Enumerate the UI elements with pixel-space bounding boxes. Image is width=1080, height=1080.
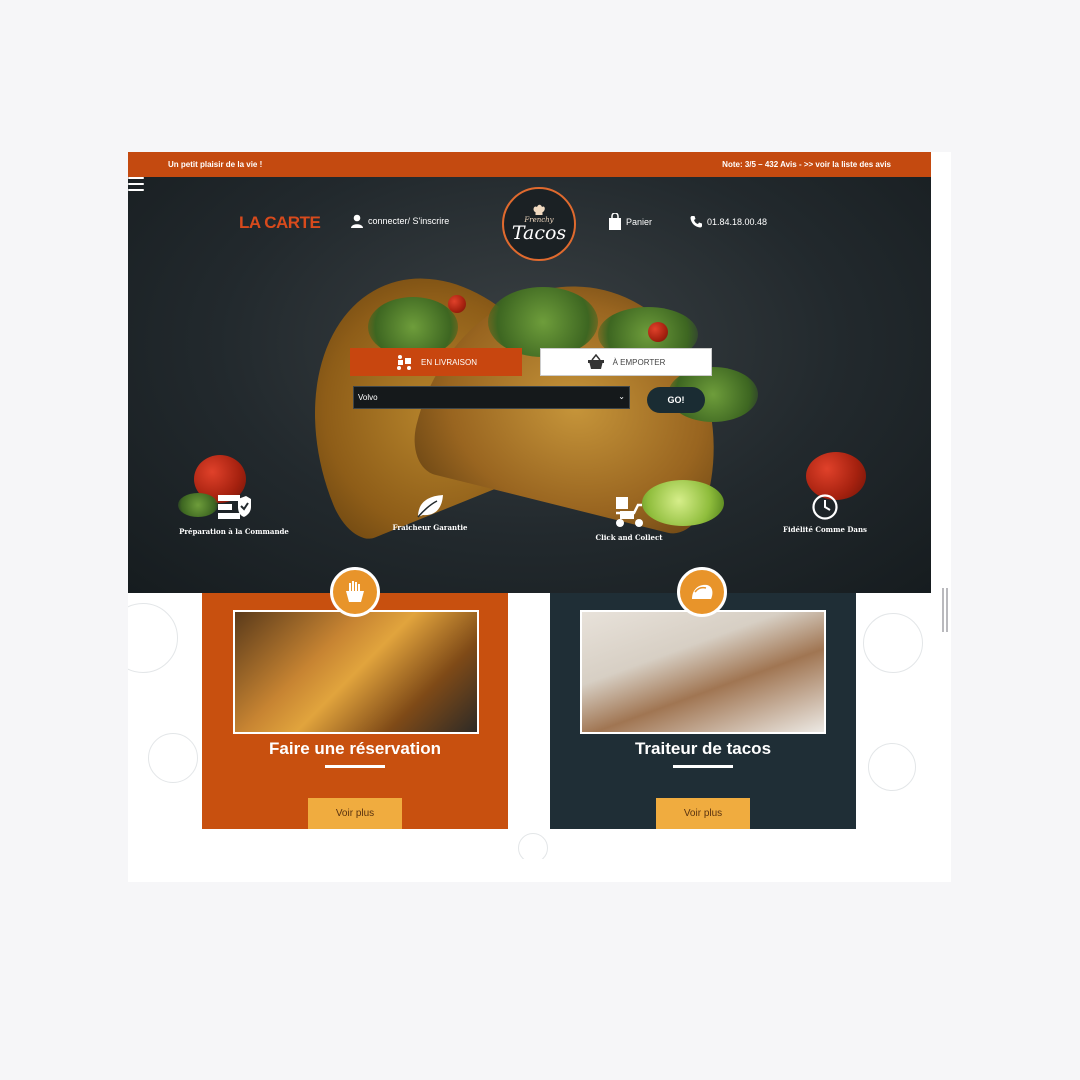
see-more-button[interactable]: Voir plus [656, 798, 750, 829]
basket-icon [587, 354, 604, 369]
user-icon [351, 214, 363, 228]
feature-loyalty: Fidélité Comme Dans [755, 493, 895, 534]
tab-takeaway-label: À EMPORTER [612, 357, 666, 367]
logo-text: Tacos [511, 222, 567, 244]
tomato-decoration [448, 295, 466, 313]
feature-preparation: Préparation à la Commande [164, 493, 304, 536]
hero-section: LA CARTE connecter/ S'inscrire Frenchy T… [128, 177, 931, 593]
tacos-photo [233, 610, 479, 734]
announcement-text: Un petit plaisir de la vie ! [168, 160, 263, 169]
feature-label: Fidélité Comme Dans [783, 525, 867, 534]
delivery-icon [396, 355, 411, 370]
doodle-decoration [518, 833, 548, 859]
taco-icon [677, 567, 727, 617]
tab-delivery-label: EN LIVRAISON [420, 357, 477, 367]
shopping-bag-icon [609, 213, 621, 230]
feature-label: Click and Collect [595, 533, 663, 542]
reviews-link[interactable]: Note: 3/5 – 432 Avis - >> voir la liste … [722, 160, 891, 169]
hamburger-icon[interactable] [128, 177, 144, 191]
cart-label: Panier [626, 216, 653, 227]
tomato-decoration [648, 322, 668, 342]
phone-number: 01.84.18.00.48 [707, 216, 768, 227]
card-catering: Traiteur de tacos Voir plus [550, 593, 856, 829]
title-underline [673, 765, 733, 768]
tab-delivery[interactable]: EN LIVRAISON [350, 348, 522, 376]
resize-handle[interactable] [942, 588, 948, 632]
account-label: connecter/ S'inscrire [368, 216, 450, 226]
title-underline [325, 765, 385, 768]
checklist-icon [218, 495, 251, 519]
services-section: Faire une réservation Voir plus Traiteur… [128, 593, 931, 859]
card-reservation: Faire une réservation Voir plus [202, 593, 508, 829]
city-select-value: Volvo [358, 393, 378, 402]
chef-hat-icon [533, 204, 545, 215]
doodle-decoration [868, 743, 916, 791]
phone-link[interactable]: 01.84.18.00.48 [690, 215, 767, 228]
doodle-decoration [148, 733, 198, 783]
account-link[interactable]: connecter/ S'inscrire [350, 214, 449, 228]
go-button[interactable]: GO! [647, 387, 705, 413]
see-more-button[interactable]: Voir plus [308, 798, 402, 829]
clock-icon [812, 494, 838, 520]
browser-page: Un petit plaisir de la vie ! Note: 3/5 –… [128, 152, 951, 882]
fries-icon [330, 567, 380, 617]
feature-click-collect: Click and Collect [559, 495, 699, 542]
leaf-icon [417, 495, 443, 518]
feature-freshness: Fraicheur Garantie [360, 493, 500, 532]
cart-link[interactable]: Panier [608, 213, 652, 230]
tab-takeaway[interactable]: À EMPORTER [540, 348, 712, 376]
catering-photo [580, 610, 826, 734]
city-select[interactable]: Volvo ⌄ [353, 386, 630, 409]
announcement-bar: Un petit plaisir de la vie ! Note: 3/5 –… [128, 152, 931, 177]
feature-label: Fraicheur Garantie [392, 523, 468, 532]
menu-link[interactable]: LA CARTE [239, 213, 321, 233]
doodle-decoration [863, 613, 923, 673]
scooter-icon [616, 497, 643, 527]
phone-icon [690, 216, 702, 228]
feature-label: Préparation à la Commande [179, 527, 289, 536]
chevron-down-icon: ⌄ [618, 392, 625, 401]
card-title: Traiteur de tacos [634, 739, 772, 758]
brand-logo[interactable]: Frenchy Tacos [502, 187, 576, 261]
card-title: Faire une réservation [269, 739, 441, 758]
doodle-decoration [128, 603, 178, 673]
lettuce-decoration [488, 287, 598, 357]
